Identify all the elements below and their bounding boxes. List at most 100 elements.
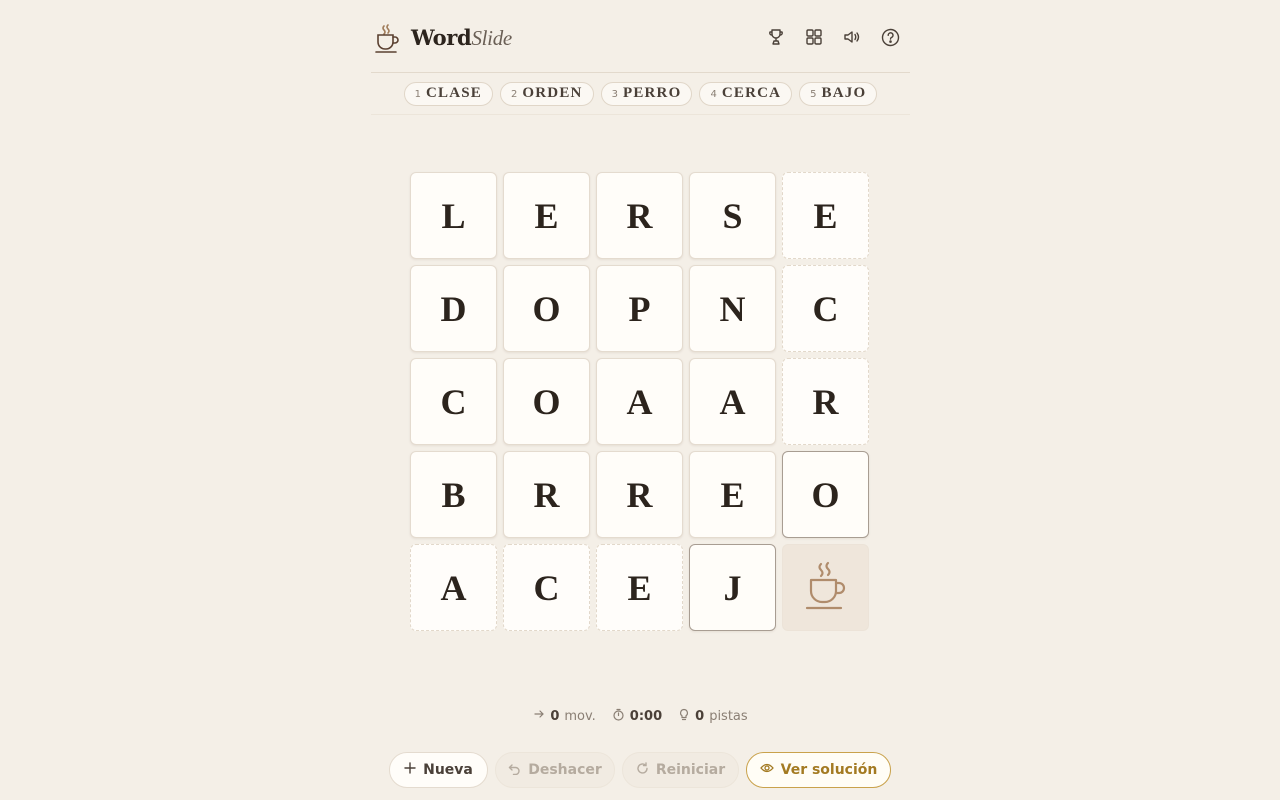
board-tile[interactable]: R	[596, 172, 683, 259]
restart-label: Reiniciar	[655, 762, 726, 778]
tile-letter: E	[627, 567, 652, 608]
board-tile[interactable]: E	[782, 172, 869, 259]
tile-letter: E	[813, 195, 838, 236]
board-tile[interactable]: C	[410, 358, 497, 445]
plus-icon	[404, 762, 416, 778]
board-tile[interactable]: C	[782, 265, 869, 352]
timer-stat: 0:00	[612, 708, 662, 725]
board-tile[interactable]: A	[689, 358, 776, 445]
app-title: WordSlide	[411, 24, 512, 52]
moves-label: mov.	[564, 708, 596, 724]
word-number: 4	[710, 89, 717, 100]
word-text: CERCA	[721, 85, 782, 101]
board-tile[interactable]: E	[689, 451, 776, 538]
moves-stat: 0 mov.	[533, 708, 596, 724]
lightbulb-icon	[678, 708, 690, 725]
movable-tile[interactable]: O	[782, 451, 869, 538]
word-text: BAJO	[821, 85, 867, 101]
board-tile[interactable]: O	[503, 358, 590, 445]
tile-letter: L	[441, 195, 466, 236]
show-solution-button[interactable]: Ver solución	[746, 752, 891, 788]
undo-icon	[508, 762, 521, 779]
word-chip: 2 ORDEN	[500, 81, 594, 106]
board-tile[interactable]: O	[503, 265, 590, 352]
board-tile[interactable]: R	[782, 358, 869, 445]
board-tile[interactable]: A	[596, 358, 683, 445]
game-stats: 0 mov. 0:00 0 pistas	[371, 706, 910, 726]
tile-letter: D	[440, 288, 467, 329]
board-tile[interactable]: A	[410, 544, 497, 631]
stopwatch-icon	[612, 708, 625, 725]
hints-label: pistas	[709, 708, 748, 724]
levels-grid-button[interactable]	[802, 27, 826, 51]
board-tile[interactable]: B	[410, 451, 497, 538]
tile-letter: P	[628, 288, 651, 329]
word-chip: 5 BAJO	[799, 81, 878, 106]
tile-letter: R	[626, 474, 653, 515]
help-icon	[881, 28, 900, 51]
word-chip: 4 CERCA	[699, 81, 793, 106]
trophy-icon	[767, 28, 785, 50]
header: WordSlide	[371, 0, 910, 73]
sound-icon	[843, 28, 861, 50]
moves-count: 0	[550, 708, 560, 724]
trophy-button[interactable]	[764, 27, 788, 51]
new-game-button[interactable]: Nueva	[389, 752, 488, 788]
movable-tile[interactable]: J	[689, 544, 776, 631]
board-tile[interactable]: E	[503, 172, 590, 259]
word-text: PERRO	[622, 85, 682, 101]
tile-letter: R	[626, 195, 653, 236]
new-game-label: Nueva	[423, 762, 473, 778]
help-button[interactable]	[878, 27, 902, 51]
tile-letter: J	[723, 567, 742, 608]
board-tile[interactable]: L	[410, 172, 497, 259]
board-tile[interactable]: N	[689, 265, 776, 352]
tile-letter: A	[626, 381, 653, 422]
word-chip: 1 CLASE	[403, 81, 494, 106]
tile-letter: O	[811, 474, 840, 515]
word-number: 2	[511, 89, 518, 100]
board-tile[interactable]: R	[596, 451, 683, 538]
tile-letter: N	[719, 288, 746, 329]
coffee-cup-icon	[373, 22, 401, 54]
undo-button[interactable]: Deshacer	[495, 752, 615, 788]
word-text: ORDEN	[522, 85, 583, 101]
word-text: CLASE	[426, 85, 483, 101]
board-tile[interactable]: E	[596, 544, 683, 631]
tile-letter: R	[533, 474, 560, 515]
restart-button[interactable]: Reiniciar	[622, 752, 739, 788]
tile-letter: R	[812, 381, 839, 422]
board-tile[interactable]: C	[503, 544, 590, 631]
board-tile[interactable]: P	[596, 265, 683, 352]
tile-letter: A	[440, 567, 467, 608]
board-tile[interactable]: S	[689, 172, 776, 259]
arrow-right-icon	[533, 708, 545, 724]
sound-button[interactable]	[840, 27, 864, 51]
tile-letter: O	[532, 381, 561, 422]
tile-letter: C	[533, 567, 560, 608]
coffee-cup-icon	[803, 560, 849, 616]
timer-value: 0:00	[629, 708, 663, 724]
tile-letter: E	[720, 474, 745, 515]
tile-letter: S	[722, 195, 743, 236]
board-tile[interactable]: R	[503, 451, 590, 538]
empty-cell	[782, 544, 869, 631]
word-chip: 3 PERRO	[600, 81, 693, 106]
word-number: 5	[810, 89, 817, 100]
game-app: WordSlide 1 CLASE 2 ORDEN 3 PERRO 4 CERC…	[371, 0, 910, 800]
brand-italic: Slide	[471, 26, 512, 50]
tile-letter: A	[719, 381, 746, 422]
grid-icon	[805, 28, 823, 50]
board-tile[interactable]: D	[410, 265, 497, 352]
hints-stat: 0 pistas	[678, 708, 748, 725]
brand-bold: Word	[411, 25, 472, 50]
word-number: 1	[414, 89, 421, 100]
tile-letter: B	[441, 474, 466, 515]
puzzle-board: L E R S E D O P N C C O A A R B R R E O …	[410, 172, 870, 632]
tile-letter: C	[812, 288, 839, 329]
tile-letter: C	[440, 381, 467, 422]
tile-letter: O	[532, 288, 561, 329]
target-words: 1 CLASE 2 ORDEN 3 PERRO 4 CERCA 5 BAJO	[371, 73, 910, 115]
show-solution-label: Ver solución	[780, 762, 878, 778]
eye-icon	[759, 762, 774, 778]
